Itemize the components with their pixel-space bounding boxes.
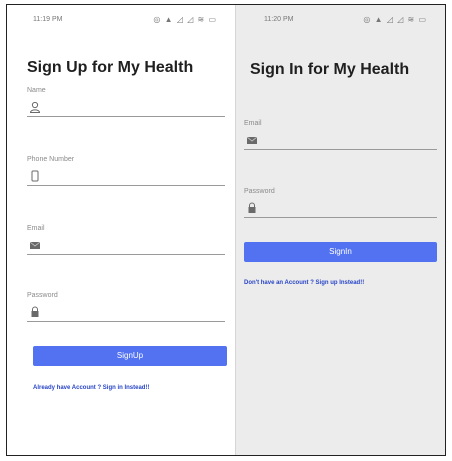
status-bar: 11:20 PM ◎ ▲ ◿ ◿ ≋ ▭ [236, 14, 445, 28]
signup-screen: 11:19 PM ◎ ▲ ◿ ◿ ≋ ▭ Sign Up for My Heal… [7, 5, 235, 455]
signin-instead-link[interactable]: Already have Account ? Sign in Instead!! [33, 385, 149, 391]
name-underline [27, 116, 225, 117]
signin-screen: 11:20 PM ◎ ▲ ◿ ◿ ≋ ▭ Sign In for My Heal… [235, 5, 445, 455]
password-field[interactable]: Password [27, 292, 225, 328]
page-title: Sign Up for My Health [27, 59, 194, 76]
phone-underline [27, 185, 225, 186]
password-label: Password [27, 292, 58, 299]
mail-icon [29, 238, 43, 250]
password-underline [27, 321, 225, 322]
password-field[interactable]: Password [244, 188, 437, 224]
email-underline [27, 254, 225, 255]
signup-instead-link[interactable]: Don't have an Account ? Sign up Instead!… [244, 280, 364, 286]
signin-button[interactable]: SignIn [244, 242, 437, 262]
phone-icon [29, 169, 43, 182]
status-icons: ◎ ▲ ◿ ◿ ≋ ▭ [363, 15, 427, 24]
mail-icon [246, 133, 260, 145]
lock-icon [246, 201, 260, 213]
status-time: 11:20 PM [264, 16, 294, 23]
name-label: Name [27, 87, 46, 94]
status-time: 11:19 PM [33, 16, 63, 23]
lock-icon [29, 305, 43, 317]
status-bar: 11:19 PM ◎ ▲ ◿ ◿ ≋ ▭ [7, 14, 235, 28]
signup-button[interactable]: SignUp [33, 346, 227, 366]
email-field[interactable]: Email [244, 120, 437, 156]
password-underline [244, 217, 437, 218]
email-underline [244, 149, 437, 150]
status-icons: ◎ ▲ ◿ ◿ ≋ ▭ [153, 15, 217, 24]
user-icon [29, 100, 43, 113]
page-title: Sign In for My Health [250, 61, 410, 78]
screenshot-frame: 11:19 PM ◎ ▲ ◿ ◿ ≋ ▭ Sign Up for My Heal… [6, 4, 446, 456]
email-label: Email [27, 225, 45, 232]
phone-label: Phone Number [27, 156, 75, 163]
password-label: Password [244, 188, 275, 195]
email-label: Email [244, 120, 262, 127]
name-field[interactable]: Name [27, 87, 225, 123]
email-field[interactable]: Email [27, 225, 225, 261]
phone-field[interactable]: Phone Number [27, 156, 225, 192]
